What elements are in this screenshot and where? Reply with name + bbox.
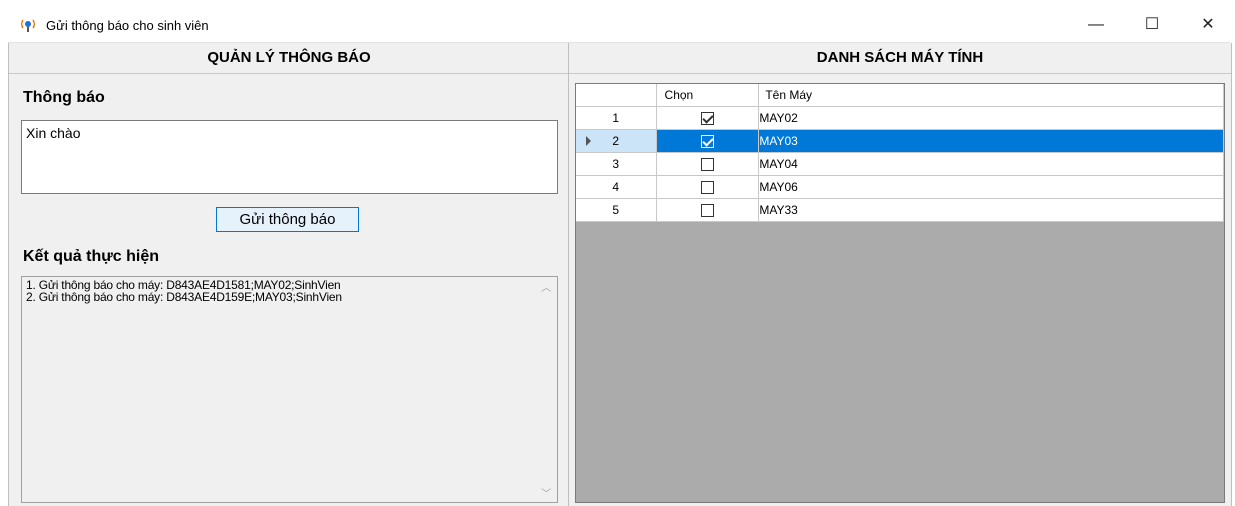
computer-name[interactable]: MAY33 bbox=[758, 198, 1224, 222]
computer-list-header: DANH SÁCH MÁY TÍNH bbox=[569, 43, 1231, 74]
maximize-button[interactable]: ☐ bbox=[1130, 12, 1174, 38]
checkbox[interactable] bbox=[700, 158, 714, 172]
row-index: 2 bbox=[612, 134, 620, 148]
computer-grid[interactable]: Chọn Tên Máy 1 MAY02 2 MAY03 3 MAY04 4 M… bbox=[575, 83, 1225, 503]
select-cell[interactable] bbox=[656, 152, 760, 176]
message-label: Thông báo bbox=[23, 89, 105, 106]
result-log[interactable]: 1. Gửi thông báo cho máy: D843AE4D1581;M… bbox=[21, 276, 558, 503]
computer-name[interactable]: MAY04 bbox=[758, 152, 1224, 176]
checkbox[interactable] bbox=[700, 181, 714, 195]
row-header-cell[interactable]: 2 bbox=[576, 129, 657, 153]
notification-panel: QUẢN LÝ THÔNG BÁO Thông báo Xin chào Gửi… bbox=[8, 43, 569, 506]
close-button[interactable]: ✕ bbox=[1186, 12, 1230, 38]
table-row[interactable]: 3 MAY04 bbox=[576, 152, 1224, 176]
row-index[interactable]: 3 bbox=[576, 152, 657, 176]
computer-table: Chọn Tên Máy 1 MAY02 2 MAY03 3 MAY04 4 M… bbox=[576, 84, 1224, 222]
column-header-select[interactable]: Chọn bbox=[656, 84, 760, 107]
log-line: 2. Gửi thông báo cho máy: D843AE4D159E;M… bbox=[26, 290, 342, 304]
scroll-down-icon[interactable]: ﹀ bbox=[541, 485, 551, 500]
table-row[interactable]: 2 MAY03 bbox=[576, 129, 1224, 153]
checkbox[interactable] bbox=[700, 135, 714, 149]
checkbox[interactable] bbox=[700, 204, 714, 218]
send-notification-button[interactable]: Gửi thông báo bbox=[216, 207, 359, 232]
row-header-column bbox=[576, 84, 657, 107]
row-index[interactable]: 5 bbox=[576, 198, 657, 222]
select-cell[interactable] bbox=[656, 198, 760, 222]
grid-header-row: Chọn Tên Máy bbox=[576, 84, 1224, 107]
window-title: Gửi thông báo cho sinh viên bbox=[46, 18, 209, 33]
computer-list-panel: DANH SÁCH MÁY TÍNH Chọn Tên Máy 1 MAY02 … bbox=[568, 43, 1232, 506]
table-row[interactable]: 4 MAY06 bbox=[576, 175, 1224, 199]
computer-name[interactable]: MAY06 bbox=[758, 175, 1224, 199]
scroll-up-icon[interactable]: ︿ bbox=[541, 279, 551, 294]
row-index[interactable]: 1 bbox=[576, 106, 657, 130]
row-index[interactable]: 4 bbox=[576, 175, 657, 199]
result-label: Kết quả thực hiện bbox=[23, 248, 160, 265]
select-cell[interactable] bbox=[656, 129, 760, 153]
window-titlebar: Gửi thông báo cho sinh viên — ☐ ✕ bbox=[8, 8, 1230, 43]
table-row[interactable]: 1 MAY02 bbox=[576, 106, 1224, 130]
table-row[interactable]: 5 MAY33 bbox=[576, 198, 1224, 222]
minimize-button[interactable]: — bbox=[1074, 12, 1118, 38]
computer-name[interactable]: MAY03 bbox=[758, 129, 1224, 153]
broadcast-icon bbox=[21, 19, 35, 32]
checkbox[interactable] bbox=[700, 112, 714, 126]
column-header-name[interactable]: Tên Máy bbox=[758, 84, 1224, 107]
computer-name[interactable]: MAY02 bbox=[758, 106, 1224, 130]
select-cell[interactable] bbox=[656, 106, 760, 130]
notification-panel-header: QUẢN LÝ THÔNG BÁO bbox=[9, 43, 569, 74]
select-cell[interactable] bbox=[656, 175, 760, 199]
message-textarea[interactable]: Xin chào bbox=[21, 120, 558, 194]
current-row-icon bbox=[586, 136, 591, 146]
